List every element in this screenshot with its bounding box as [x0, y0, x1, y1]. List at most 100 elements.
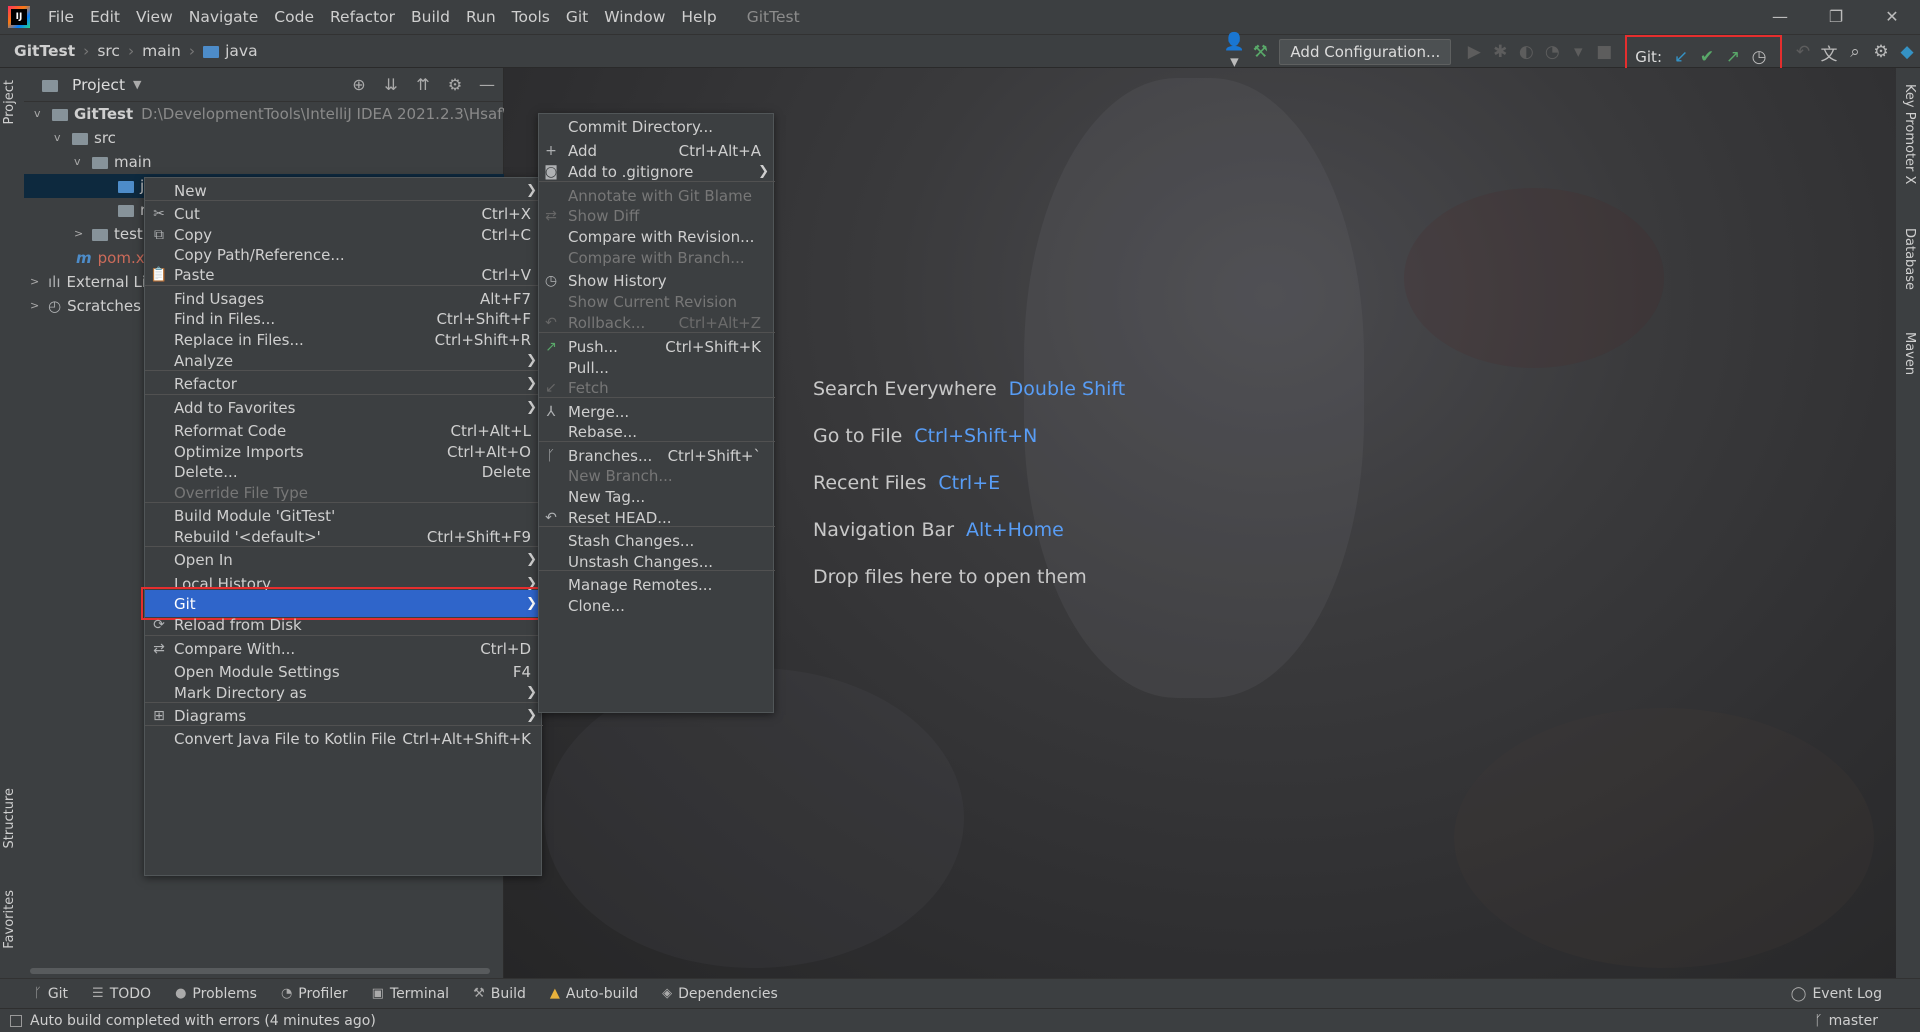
rollback-icon[interactable]: ↶ — [1790, 42, 1816, 62]
translate-icon[interactable]: 文 — [1816, 40, 1842, 65]
tab-maven[interactable]: Maven — [1902, 332, 1917, 375]
breadcrumb-java[interactable]: java — [225, 42, 257, 60]
locate-icon[interactable]: ⊕ — [343, 75, 375, 94]
restore-button[interactable]: ❐ — [1808, 0, 1864, 34]
tool-terminal[interactable]: ▣ Terminal — [372, 986, 449, 1002]
menu-git[interactable]: Git — [558, 8, 596, 26]
tree-node-src[interactable]: v src — [54, 126, 116, 150]
tab-key-promoter-x[interactable]: Key Promoter X — [1902, 84, 1917, 184]
menu-item-analyze[interactable]: Analyze ❯ — [145, 348, 543, 373]
menu-edit[interactable]: Edit — [82, 8, 128, 26]
branch-name: master — [1828, 1012, 1878, 1029]
breadcrumb-project[interactable]: GitTest — [14, 42, 75, 60]
tool-dependencies[interactable]: ◈ Dependencies — [662, 986, 778, 1002]
close-button[interactable]: ✕ — [1864, 0, 1920, 34]
update-project-icon[interactable]: ↙ — [1668, 47, 1694, 67]
debug-icon[interactable]: ✱ — [1487, 42, 1513, 62]
tool-auto-build[interactable]: ▲ Auto-build — [550, 986, 638, 1002]
stop-icon[interactable]: ■ — [1591, 42, 1617, 62]
tree-node-resources[interactable]: r — [118, 198, 146, 222]
git-branch-widget[interactable]: ᚴ master — [1814, 1013, 1878, 1029]
project-panel-title[interactable]: Project — [72, 76, 125, 94]
minimize-button[interactable]: — — [1752, 0, 1808, 34]
tool-problems[interactable]: ● Problems — [175, 986, 257, 1002]
hide-icon[interactable]: — — [471, 75, 503, 94]
tool-build[interactable]: ⚒ Build — [473, 986, 526, 1002]
chevron-down-icon[interactable]: v — [54, 126, 72, 150]
tree-node-scratches[interactable]: > ◴ Scratches — [30, 294, 141, 318]
tab-project[interactable]: Project — [2, 80, 17, 124]
git-menu-item-compare-with-branch[interactable]: Compare with Branch... — [539, 245, 775, 270]
breadcrumb-main[interactable]: main — [142, 42, 181, 60]
gear-icon[interactable]: ⚙ — [1868, 42, 1894, 62]
git-menu-item-reset-head[interactable]: ↶ Reset HEAD... — [539, 505, 775, 530]
menu-tools[interactable]: Tools — [504, 8, 558, 26]
menu-navigate[interactable]: Navigate — [181, 8, 267, 26]
add-configuration-button[interactable]: Add Configuration... — [1279, 39, 1452, 65]
git-menu-item-rebase[interactable]: Rebase... — [539, 419, 775, 444]
menu-view[interactable]: View — [128, 8, 181, 26]
tree-node-main[interactable]: v main — [74, 150, 151, 174]
tool-profiler[interactable]: ◔ Profiler — [281, 986, 348, 1002]
horizontal-scrollbar[interactable] — [30, 968, 490, 974]
profile-icon[interactable]: ◔ — [1539, 42, 1565, 62]
menu-item-diagrams[interactable]: ⊞ Diagrams ❯ — [145, 703, 543, 728]
tree-node-test[interactable]: > test — [74, 222, 143, 246]
chevron-right-icon[interactable]: > — [74, 222, 92, 246]
tree-node-root[interactable]: v GitTest D:\DevelopmentTools\IntelliJ I… — [34, 102, 545, 126]
menu-item-refactor[interactable]: Refactor ❯ — [145, 371, 543, 396]
git-menu-item-fetch[interactable]: ↙ Fetch — [539, 375, 775, 400]
tool-git[interactable]: ᚴ Git — [34, 986, 68, 1002]
push-icon[interactable]: ↗ — [1720, 47, 1746, 67]
tab-favorites[interactable]: Favorites — [2, 890, 17, 949]
chevron-down-icon[interactable]: v — [74, 150, 92, 174]
tree-node-external-libraries[interactable]: > ılı External Li — [30, 270, 146, 294]
menu-run[interactable]: Run — [458, 8, 504, 26]
menu-code[interactable]: Code — [266, 8, 322, 26]
menu-window[interactable]: Window — [596, 8, 673, 26]
chevron-down-icon[interactable]: v — [34, 102, 52, 126]
git-menu-item-unstash-changes[interactable]: Unstash Changes... — [539, 549, 775, 574]
menu-refactor[interactable]: Refactor — [322, 8, 403, 26]
collapse-all-icon[interactable]: ⇈ — [407, 75, 439, 94]
breadcrumb-src[interactable]: src — [97, 42, 120, 60]
tab-database[interactable]: Database — [1902, 228, 1917, 290]
tree-node-java[interactable]: j — [118, 174, 144, 198]
menu-item-convert-java-file-to-kotlin-file[interactable]: Convert Java File to Kotlin File Ctrl+Alt… — [145, 726, 543, 751]
chevron-down-icon[interactable]: ▾ — [1565, 42, 1591, 62]
chevron-right-icon[interactable]: > — [30, 294, 48, 318]
menu-item-paste[interactable]: 📋 Paste Ctrl+V — [145, 262, 543, 287]
menu-file[interactable]: File — [40, 8, 82, 26]
menu-item-override-file-type[interactable]: Override File Type — [145, 480, 543, 505]
git-menu-item-add-to-gitignore[interactable]: ◙ Add to .gitignore ❯ — [539, 159, 775, 184]
expand-all-icon[interactable]: ⇊ — [375, 75, 407, 94]
menu-item-mark-directory-as[interactable]: Mark Directory as ❯ — [145, 680, 543, 705]
code-with-me-icon[interactable]: ◆ — [1894, 42, 1920, 62]
menu-item-add-to-favorites[interactable]: Add to Favorites ❯ — [145, 395, 543, 420]
menu-build[interactable]: Build — [403, 8, 458, 26]
chevron-down-icon[interactable]: ▼ — [133, 78, 141, 91]
menu-item-reload-from-disk[interactable]: ⟳ Reload from Disk — [145, 612, 543, 637]
menu-item-compare-with[interactable]: ⇄ Compare With... Ctrl+D — [145, 636, 543, 661]
commit-icon[interactable]: ✔ — [1694, 47, 1720, 67]
toggle-tool-windows-icon[interactable] — [10, 1014, 22, 1027]
tab-structure[interactable]: Structure — [2, 788, 17, 848]
chevron-right-icon[interactable]: > — [30, 270, 48, 294]
event-log-button[interactable]: ◯ Event Log — [1791, 979, 1882, 1009]
menu-item-rebuild-default[interactable]: Rebuild '<default>' Ctrl+Shift+F9 — [145, 524, 543, 549]
coverage-icon[interactable]: ◐ — [1513, 42, 1539, 62]
git-menu-item-commit-directory[interactable]: Commit Directory... — [539, 114, 775, 139]
gear-icon[interactable]: ⚙ — [439, 75, 471, 94]
git-menu-item-clone[interactable]: Clone... — [539, 593, 775, 618]
search-icon[interactable]: ⌕ — [1842, 42, 1868, 62]
menu-help[interactable]: Help — [673, 8, 724, 26]
build-hammer-icon[interactable]: ⚒ — [1247, 42, 1273, 62]
menu-item-open-in[interactable]: Open In ❯ — [145, 547, 543, 572]
run-icon[interactable]: ▶ — [1461, 42, 1487, 62]
git-menu-item-rollback[interactable]: ↶ Rollback... Ctrl+Alt+Z — [539, 310, 775, 335]
menu-item-new[interactable]: New ❯ — [145, 178, 543, 203]
tool-todo[interactable]: ☰ TODO — [92, 986, 151, 1002]
history-icon[interactable]: ◷ — [1746, 47, 1772, 67]
status-message[interactable]: Auto build completed with errors (4 minu… — [30, 1013, 376, 1029]
user-icon[interactable]: 👤▾ — [1221, 32, 1247, 72]
